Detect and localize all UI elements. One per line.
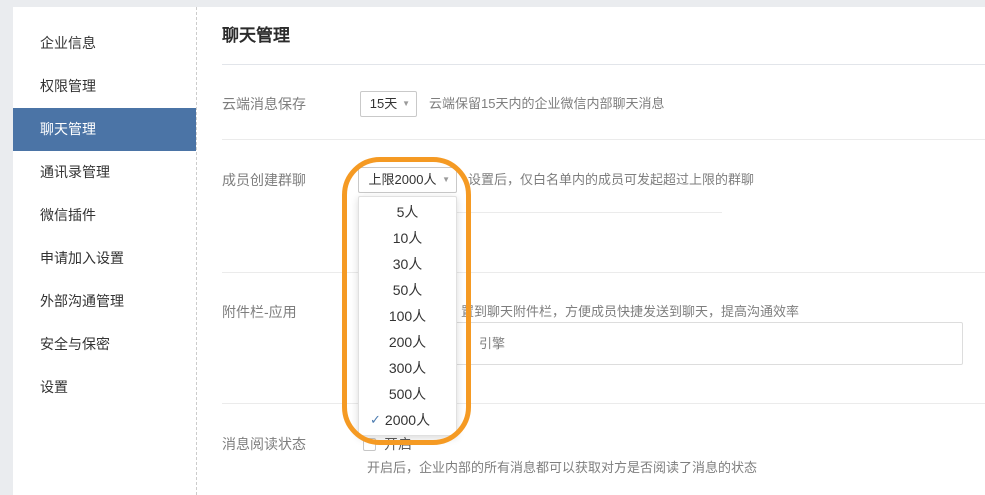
group-limit-select[interactable]: 上限2000人 ▼ (358, 167, 457, 193)
group-limit-label: 成员创建群聊 (222, 172, 306, 188)
row-divider (222, 272, 985, 273)
title-divider (222, 64, 985, 65)
dropdown-option-2000-selected[interactable]: ✓ 2000人 (359, 407, 456, 433)
dropdown-option-5[interactable]: 5人 (359, 199, 456, 225)
group-limit-desc: 设置后，仅白名单内的成员可发起超过上限的群聊 (468, 172, 755, 187)
dropdown-option-300[interactable]: 300人 (359, 355, 456, 381)
sidebar-item-enterprise-info[interactable]: 企业信息 (13, 22, 196, 65)
group-limit-dropdown-menu: 5人 10人 30人 50人 100人 200人 300人 500人 ✓ 2000… (358, 196, 457, 436)
caret-down-icon: ▼ (402, 99, 410, 108)
dropdown-option-10[interactable]: 10人 (359, 225, 456, 251)
row-divider (222, 403, 985, 404)
sidebar-item-security[interactable]: 安全与保密 (13, 323, 196, 366)
sidebar-item-external-comm[interactable]: 外部沟通管理 (13, 280, 196, 323)
check-icon: ✓ (370, 412, 381, 427)
group-limit-value: 上限2000人 (368, 172, 437, 187)
dropdown-option-50[interactable]: 50人 (359, 277, 456, 303)
dropdown-option-100[interactable]: 100人 (359, 303, 456, 329)
attachment-app-name: 引擎 (479, 336, 506, 351)
caret-down-icon: ▼ (442, 175, 450, 184)
dropdown-option-200[interactable]: 200人 (359, 329, 456, 355)
sidebar: 企业信息 权限管理 聊天管理 通讯录管理 微信插件 申请加入设置 外部沟通管理 … (13, 7, 197, 495)
dropdown-option-500[interactable]: 500人 (359, 381, 456, 407)
read-status-checkbox[interactable] (363, 437, 376, 451)
dropdown-option-30[interactable]: 30人 (359, 251, 456, 277)
cloud-retention-label: 云端消息保存 (222, 96, 306, 112)
sidebar-item-chat-management[interactable]: 聊天管理 (13, 108, 196, 151)
admin-settings-page: 企业信息 权限管理 聊天管理 通讯录管理 微信插件 申请加入设置 外部沟通管理 … (0, 0, 985, 495)
main-content: 聊天管理 云端消息保存 15天 ▼ 云端保留15天内的企业微信内部聊天消息 成员… (197, 7, 985, 495)
row-divider (222, 139, 985, 140)
read-status-label: 消息阅读状态 (222, 436, 306, 452)
sidebar-item-permission[interactable]: 权限管理 (13, 65, 196, 108)
page-title: 聊天管理 (222, 26, 290, 45)
sidebar-item-contacts[interactable]: 通讯录管理 (13, 151, 196, 194)
read-status-desc: 开启后，企业内部的所有消息都可以获取对方是否阅读了消息的状态 (367, 460, 758, 475)
sidebar-item-wechat-plugin[interactable]: 微信插件 (13, 194, 196, 237)
read-status-checkbox-label[interactable]: 开启 (384, 434, 412, 454)
cloud-retention-desc: 云端保留15天内的企业微信内部聊天消息 (429, 96, 665, 111)
sidebar-item-settings[interactable]: 设置 (13, 366, 196, 409)
sidebar-item-join-settings[interactable]: 申请加入设置 (13, 237, 196, 280)
app-panel: 企业信息 权限管理 聊天管理 通讯录管理 微信插件 申请加入设置 外部沟通管理 … (13, 7, 985, 495)
attachment-bar-label: 附件栏-应用 (222, 304, 297, 320)
cloud-retention-select[interactable]: 15天 ▼ (360, 91, 417, 117)
